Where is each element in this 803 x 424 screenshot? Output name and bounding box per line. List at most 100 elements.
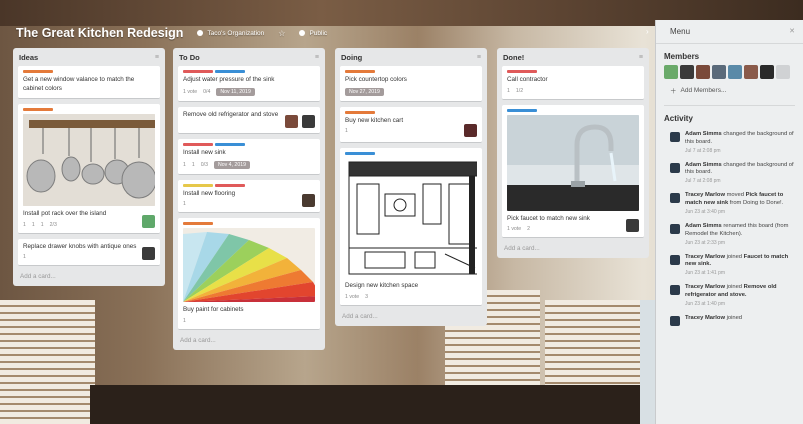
activity-item[interactable]: Adam Simms changed the background of thi…: [656, 127, 803, 158]
activity-item[interactable]: Adam Simms renamed this board (from Remo…: [656, 219, 803, 250]
card[interactable]: Buy new kitchen cart 1: [340, 106, 482, 143]
activity-item[interactable]: Tracey Marlow joined Remove old refriger…: [656, 280, 803, 311]
member-avatar[interactable]: [744, 65, 758, 79]
label: [23, 108, 53, 111]
vote-badge: 1: [183, 201, 186, 207]
organization-name: Taco's Organization: [207, 29, 265, 37]
member-avatar[interactable]: [464, 124, 477, 137]
label: [507, 108, 537, 112]
member-avatar[interactable]: [664, 65, 678, 79]
members-title: Members: [664, 52, 700, 61]
label: [183, 143, 213, 146]
member-avatar[interactable]: [142, 247, 155, 260]
card-title: Adjust water pressure of the sink: [183, 76, 275, 83]
list-menu-icon[interactable]: ≡: [315, 54, 319, 61]
card-labels: [507, 70, 639, 73]
list-title[interactable]: Done!: [503, 53, 524, 62]
vote-badge: 1 vote: [345, 293, 360, 300]
background-floor: [90, 385, 650, 424]
member-avatar[interactable]: [626, 219, 639, 232]
list-menu-icon[interactable]: ≡: [639, 54, 643, 61]
member-avatar[interactable]: [712, 65, 726, 79]
card-title: Buy paint for cabinets: [183, 306, 244, 313]
due-date-badge: Nov 4, 2019: [214, 160, 250, 169]
visibility-button[interactable]: Public: [299, 30, 327, 37]
member-avatar[interactable]: [680, 65, 694, 79]
floor-plan-image: [345, 158, 477, 278]
card[interactable]: Replace drawer knobs with antique ones 1: [18, 238, 160, 266]
card-badges: 1 vote 3: [345, 294, 477, 300]
member-avatar: [670, 162, 680, 173]
list-ideas: Ideas ≡ Get a new window valance to matc…: [13, 48, 165, 286]
vote-badge: 1: [23, 254, 26, 260]
card[interactable]: Call contractor 1 1/2: [502, 66, 644, 100]
activity-text: Adam Simms changed the background of thi…: [685, 161, 794, 176]
list-title[interactable]: To Do: [179, 53, 200, 62]
list-menu-icon[interactable]: ≡: [155, 54, 159, 61]
add-card-button[interactable]: Add a card...: [502, 243, 644, 252]
board-header: The Great Kitchen Redesign Taco's Organi…: [0, 20, 655, 46]
list-menu-icon[interactable]: ≡: [477, 54, 481, 61]
list-header: Ideas ≡: [18, 52, 160, 66]
card-title: Install new flooring: [183, 189, 236, 197]
member-avatar[interactable]: [760, 65, 774, 79]
activity-text: Adam Simms renamed this board (from Remo…: [685, 222, 789, 237]
card[interactable]: Design new kitchen space 1 vote 3: [340, 148, 482, 306]
activity-time: Jun 23 at 1:41 pm: [685, 270, 726, 277]
card[interactable]: Pick countertop colors Nov 27, 2019: [340, 66, 482, 102]
organization-link[interactable]: Taco's Organization: [197, 30, 264, 37]
due-date-badge: Nov 27, 2019: [345, 87, 384, 96]
add-card-button[interactable]: Add a card...: [18, 271, 160, 280]
card[interactable]: Get a new window valance to match the ca…: [18, 66, 160, 99]
member-avatar[interactable]: [302, 115, 315, 128]
card[interactable]: Install new sink 1 1 0/3 Nov 4, 2019: [178, 139, 320, 175]
card-title: Pick faucet to match new sink: [507, 214, 590, 222]
activity-text: Tracey Marlow joined: [685, 314, 743, 321]
background-shutter: [0, 300, 95, 424]
card-badges: 1 1/2: [507, 88, 639, 94]
card[interactable]: Pick faucet to match new sink 1 vote 2: [502, 104, 644, 238]
card-labels: [23, 70, 155, 73]
member-avatar[interactable]: [142, 214, 155, 228]
card-labels: [507, 108, 639, 112]
board-title[interactable]: The Great Kitchen Redesign: [16, 26, 183, 40]
activity-item[interactable]: Adam Simms changed the background of thi…: [656, 158, 803, 189]
card-title: Get a new window valance to match the ca…: [23, 76, 135, 92]
member-avatar[interactable]: [776, 65, 790, 79]
card[interactable]: Buy paint for cabinets 1: [178, 218, 320, 330]
list-title[interactable]: Doing: [341, 53, 362, 62]
card-labels: [183, 222, 315, 225]
activity-item[interactable]: Tracey Marlow moved Pick faucet to match…: [656, 188, 803, 219]
card[interactable]: Install new flooring 1: [178, 179, 320, 213]
visibility-label: Public: [309, 29, 328, 37]
vote-badge: 1: [23, 221, 26, 228]
card-labels: [345, 152, 477, 155]
member-avatar[interactable]: [728, 65, 742, 79]
card-badges: 1 1 0/3 Nov 4, 2019: [183, 160, 315, 169]
member-avatar[interactable]: [302, 194, 315, 207]
add-members-button[interactable]: ＋ Add Members...: [656, 79, 803, 101]
comment-badge: 1: [191, 161, 195, 168]
member-avatar[interactable]: [696, 65, 710, 79]
add-card-button[interactable]: Add a card...: [340, 311, 482, 320]
card-labels: [23, 108, 155, 111]
member-avatar[interactable]: [285, 115, 298, 128]
card-title: Design new kitchen space: [345, 282, 419, 289]
activity-item[interactable]: Tracey Marlow joined Faucet to match new…: [656, 250, 803, 281]
card[interactable]: Adjust water pressure of the sink 1 vote…: [178, 66, 320, 102]
activity-time: Jul 7 at 2:08 pm: [685, 147, 721, 154]
close-icon[interactable]: ✕: [789, 27, 795, 35]
card-cover-image: [507, 114, 639, 211]
card[interactable]: Install pot rack over the island 1 1 1 2…: [18, 104, 160, 234]
star-icon[interactable]: ☆: [278, 29, 285, 38]
add-card-button[interactable]: Add a card...: [178, 335, 320, 344]
activity-text: Tracey Marlow joined Remove old refriger…: [685, 284, 777, 298]
list-title[interactable]: Ideas: [19, 53, 38, 62]
vote-badge: 1: [345, 128, 348, 134]
card[interactable]: Remove old refrigerator and stove: [178, 106, 320, 134]
add-members-label: Add Members...: [680, 86, 727, 94]
card-labels: [183, 183, 315, 187]
activity-item[interactable]: Tracey Marlow joined: [656, 311, 803, 330]
menu-sidebar: Menu ✕ Members ＋ Add Members... Activity…: [655, 20, 803, 424]
label: [345, 110, 375, 114]
